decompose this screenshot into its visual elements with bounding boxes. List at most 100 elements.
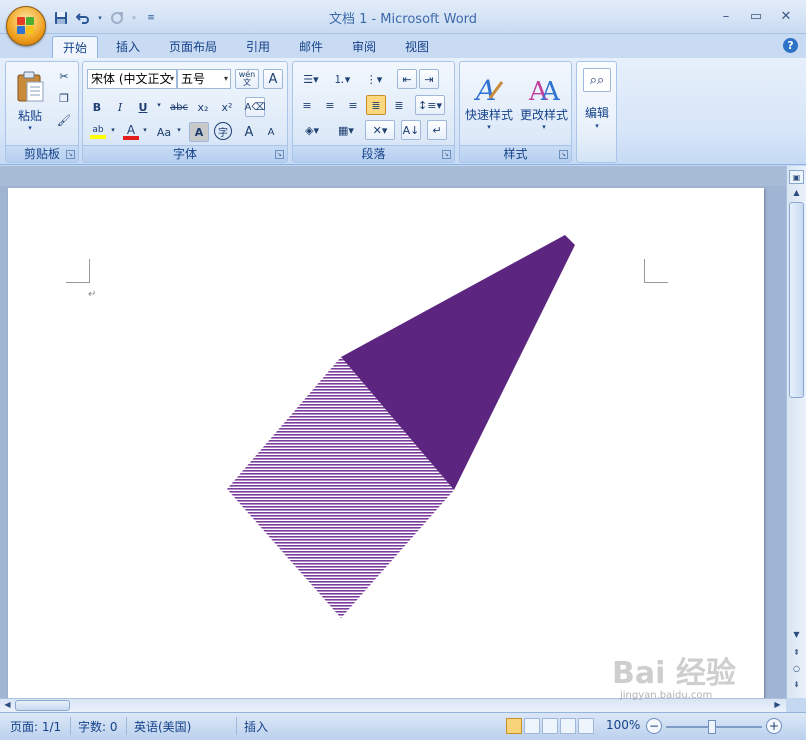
tab-view[interactable]: 视图 (395, 36, 439, 58)
status-separator (126, 717, 127, 735)
multilevel-list-icon[interactable]: ⋮▾ (359, 69, 389, 89)
ruler-toggle-icon[interactable]: ▣ (789, 170, 804, 184)
print-layout-view-icon[interactable] (506, 718, 522, 734)
highlight-label: ab (92, 124, 104, 135)
vertical-scrollbar[interactable]: ▣ ▲ ▼ ⇞ ○ ⇟ (786, 166, 806, 698)
clipboard-launcher-icon[interactable]: ↘ (66, 150, 75, 159)
scroll-down-icon[interactable]: ▼ (789, 628, 804, 642)
char-border-button[interactable]: A (263, 69, 283, 89)
phonetic-guide-button[interactable]: wén 文 (235, 69, 259, 89)
grow-font-button[interactable]: A (239, 122, 259, 142)
font-group-label: 字体 (83, 145, 287, 162)
styles-group: A 快速样式 ▾ AA 更改样式 ▾ 样式 ↘ (459, 61, 572, 163)
change-case-dropdown-icon[interactable]: ▾ (175, 126, 183, 134)
maximize-icon[interactable]: ▭ (742, 6, 770, 26)
underline-button[interactable]: U (133, 97, 153, 117)
bullets-icon[interactable]: ☰▾ (297, 69, 325, 89)
cut-icon[interactable]: ✂ (54, 66, 74, 86)
font-launcher-icon[interactable]: ↘ (275, 150, 284, 159)
tab-home[interactable]: 开始 (52, 36, 98, 58)
change-styles-button[interactable]: AA 更改样式 ▾ (517, 65, 571, 137)
strikethrough-button[interactable]: abc (167, 97, 191, 117)
char-shading-button[interactable]: A (189, 122, 209, 142)
font-name-select[interactable]: 宋体 (中文正文 ▾ (87, 69, 177, 89)
browse-object-icon[interactable]: ○ (789, 662, 804, 676)
styles-launcher-icon[interactable]: ↘ (559, 150, 568, 159)
word-count[interactable]: 字数: 0 (78, 718, 118, 735)
draft-view-icon[interactable] (578, 718, 594, 734)
paragraph-group-label: 段落 (293, 145, 454, 162)
font-color-dropdown-icon[interactable]: ▾ (141, 126, 149, 134)
zoom-in-icon[interactable]: + (766, 718, 782, 734)
numbering-icon[interactable]: ⒈▾ (327, 69, 357, 89)
show-marks-icon[interactable]: ↵ (427, 120, 447, 140)
document-page[interactable]: ↵ (8, 188, 764, 698)
web-layout-view-icon[interactable] (542, 718, 558, 734)
justify-icon[interactable]: ≣ (366, 95, 386, 115)
tab-page-layout[interactable]: 页面布局 (160, 36, 226, 58)
tab-mailings[interactable]: 邮件 (289, 36, 333, 58)
scroll-right-icon[interactable]: ▶ (770, 699, 785, 711)
zoom-slider-thumb[interactable] (708, 720, 716, 734)
highlight-dropdown-icon[interactable]: ▾ (109, 126, 117, 134)
bold-button[interactable]: B (87, 97, 107, 117)
horizontal-scroll-thumb[interactable] (15, 700, 70, 711)
zoom-level[interactable]: 100% (606, 718, 640, 732)
clear-formatting-icon[interactable]: A⌫ (245, 97, 266, 117)
tab-review[interactable]: 审阅 (342, 36, 386, 58)
copy-icon[interactable]: ❐ (54, 88, 74, 108)
find-icon[interactable]: ⌕⌕ (583, 68, 611, 92)
align-center-icon[interactable]: ≡ (320, 95, 340, 115)
scroll-up-icon[interactable]: ▲ (789, 186, 804, 200)
chinese-layout-icon[interactable]: ✕▾ (365, 120, 395, 140)
insert-mode-indicator[interactable]: 插入 (244, 718, 268, 735)
title-bar: ▾ ▾ ≡ 文档 1 - Microsoft Word – ▭ ✕ (0, 0, 806, 34)
paragraph-launcher-icon[interactable]: ↘ (442, 150, 451, 159)
tab-references[interactable]: 引用 (236, 36, 280, 58)
paste-icon (17, 71, 44, 101)
page-count[interactable]: 页面: 1/1 (10, 718, 61, 735)
format-painter-icon[interactable]: 🖌 (54, 110, 74, 130)
font-color-button[interactable]: A (121, 122, 141, 142)
baidu-watermark: Bai 经验 (612, 656, 736, 691)
close-icon[interactable]: ✕ (772, 6, 800, 26)
scroll-left-icon[interactable]: ◀ (0, 699, 15, 711)
tab-insert[interactable]: 插入 (106, 36, 150, 58)
highlight-button[interactable]: ab (87, 122, 109, 142)
minimize-icon[interactable]: – (712, 6, 740, 26)
office-button[interactable] (6, 6, 46, 46)
drawn-shape[interactable] (8, 188, 764, 698)
decrease-indent-icon[interactable]: ⇤ (397, 69, 417, 89)
status-separator (70, 717, 71, 735)
distributed-icon[interactable]: ≣ (389, 95, 409, 115)
font-group: 宋体 (中文正文 ▾ 五号 ▾ wén 文 A B I U ▾ abc x₂ x² … (82, 61, 288, 163)
shading-icon[interactable]: ◈▾ (297, 120, 327, 140)
outline-view-icon[interactable] (560, 718, 576, 734)
next-page-icon[interactable]: ⇟ (789, 678, 804, 692)
status-separator (236, 717, 237, 735)
enclose-characters-button[interactable]: 字 (214, 122, 232, 140)
font-size-select[interactable]: 五号 ▾ (177, 69, 231, 89)
full-screen-reading-view-icon[interactable] (524, 718, 540, 734)
editing-group[interactable]: ⌕⌕ 编辑 ▾ (576, 61, 617, 163)
change-case-button[interactable]: Aa (153, 122, 175, 142)
increase-indent-icon[interactable]: ⇥ (419, 69, 439, 89)
italic-button[interactable]: I (110, 97, 130, 117)
paste-button[interactable]: 粘贴 ▾ (10, 66, 50, 136)
sort-icon[interactable]: A↓ (401, 120, 421, 140)
quick-styles-button[interactable]: A 快速样式 ▾ (463, 65, 515, 137)
font-name-value: 宋体 (中文正文 (91, 72, 172, 86)
subscript-button[interactable]: x₂ (193, 97, 213, 117)
underline-dropdown-icon[interactable]: ▾ (155, 101, 163, 109)
superscript-button[interactable]: x² (217, 97, 237, 117)
vertical-scroll-thumb[interactable] (789, 202, 804, 398)
previous-page-icon[interactable]: ⇞ (789, 646, 804, 660)
zoom-out-icon[interactable]: − (646, 718, 662, 734)
borders-icon[interactable]: ▦▾ (331, 120, 361, 140)
help-icon[interactable]: ? (783, 38, 798, 53)
align-left-icon[interactable]: ≡ (297, 95, 317, 115)
shrink-font-button[interactable]: A (261, 122, 281, 142)
language-indicator[interactable]: 英语(美国) (134, 718, 191, 735)
align-right-icon[interactable]: ≡ (343, 95, 363, 115)
line-spacing-icon[interactable]: ↕≡▾ (415, 95, 445, 115)
